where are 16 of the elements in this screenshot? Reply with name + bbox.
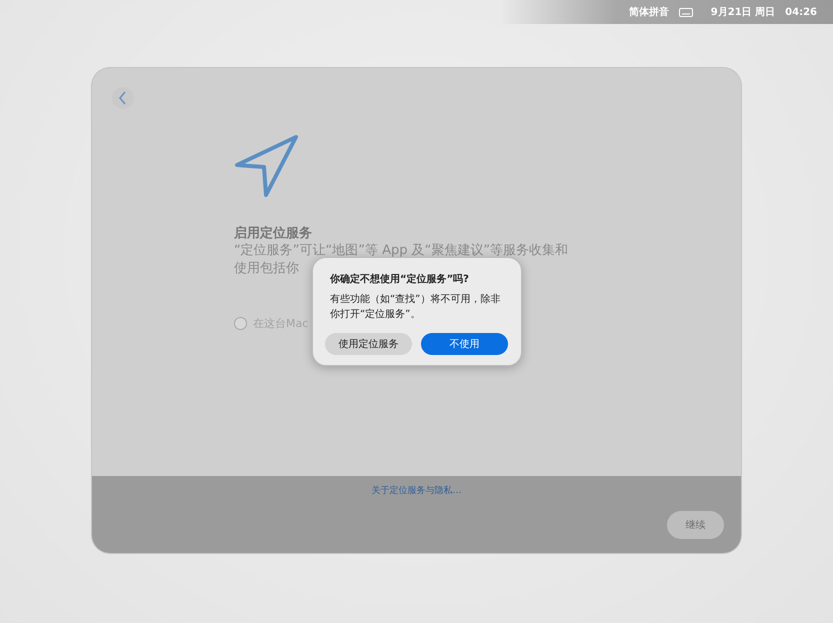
alternate-button[interactable]: 使用定位服务 [325, 333, 412, 355]
location-arrow-icon [234, 134, 298, 198]
menu-bar-time[interactable]: 04:26 [785, 6, 817, 18]
input-method[interactable]: 简体拼音 [628, 5, 669, 19]
page-title: 启用定位服务 [234, 224, 313, 242]
keyboard-icon[interactable] [678, 8, 693, 16]
dialog-message: 有些功能（如“查找”）将不可用，除非你打开“定位服务”。 [330, 292, 502, 322]
back-button[interactable] [112, 87, 134, 109]
menu-bar-date[interactable]: 9月21日 周日 [710, 5, 776, 19]
checkbox[interactable] [234, 317, 247, 330]
confirm-button[interactable]: 不使用 [420, 333, 508, 355]
privacy-link[interactable]: 关于定位服务与隐私… [372, 484, 462, 497]
description-line: “定位服务”可让“地图”等 App 及“聚焦建议”等服务收集和 [234, 242, 568, 260]
dialog-title: 你确定不想使用“定位服务”吗? [330, 272, 470, 286]
description-line: 使用包括你 [234, 260, 299, 278]
chevron-left-icon [118, 91, 128, 105]
